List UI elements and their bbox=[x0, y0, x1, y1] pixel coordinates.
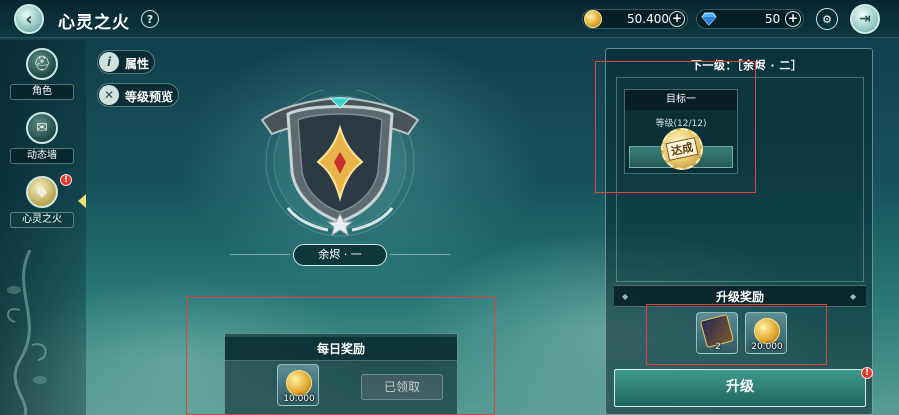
goal-title: 目标一 bbox=[625, 90, 737, 110]
star-decoration-icon: ◆ bbox=[850, 292, 857, 301]
gold-amount: 50.400 bbox=[627, 12, 669, 26]
help-button[interactable]: ? bbox=[141, 10, 159, 28]
daily-reward-panel: 每日奖励 10.000 已领取 bbox=[224, 333, 458, 415]
gold-coin-icon bbox=[754, 318, 780, 344]
vine-decoration bbox=[7, 250, 47, 415]
add-gem-button[interactable]: + bbox=[785, 11, 801, 27]
gem-counter: 50 + bbox=[696, 9, 804, 29]
reward-quantity: 20.000 bbox=[751, 342, 783, 352]
info-icon: i bbox=[99, 52, 119, 72]
gold-coin-icon bbox=[286, 370, 312, 396]
active-tab-indicator bbox=[78, 194, 86, 208]
achieved-label: 达成 bbox=[665, 137, 699, 161]
level-preview-button[interactable]: ✕ 等级预览 bbox=[97, 83, 179, 107]
star-decoration-icon: ◆ bbox=[622, 292, 629, 301]
reward-item-slot[interactable]: 20.000 bbox=[745, 312, 787, 354]
back-arrow-icon[interactable]: ‹ bbox=[14, 4, 44, 34]
claimed-button[interactable]: 已领取 bbox=[361, 374, 443, 400]
divider bbox=[230, 254, 290, 255]
daily-reward-title: 每日奖励 bbox=[225, 337, 457, 361]
top-bar: ‹ 心灵之火 ? 50.400 + 50 + ⚙ ⇥ bbox=[0, 0, 899, 38]
upgrade-button[interactable]: 升级 bbox=[614, 369, 866, 407]
sidebar: ⛑ 角色 ✉ 动态墙 ◆ ! 心灵之火 bbox=[0, 40, 86, 415]
sidebar-item-dynamic-wall[interactable]: ✉ 动态墙 bbox=[10, 112, 74, 172]
gold-counter: 50.400 + bbox=[582, 9, 688, 29]
sidebar-item-character[interactable]: ⛑ 角色 bbox=[10, 48, 74, 108]
reward-quantity: 10.000 bbox=[283, 394, 315, 404]
upgrade-reward-title: 升级奖励 bbox=[614, 285, 866, 307]
achieved-seal-icon: 达成 bbox=[661, 128, 703, 170]
gold-coin-icon bbox=[584, 10, 602, 28]
reward-quantity: 2 bbox=[715, 342, 721, 352]
divider bbox=[390, 254, 450, 255]
tools-icon: ✕ bbox=[99, 85, 119, 105]
goal-card: 目标一 等级(12/12) 达成 bbox=[624, 89, 738, 174]
gem-amount: 50 bbox=[765, 12, 781, 26]
flame-shield-icon: ◆ bbox=[26, 176, 58, 208]
attributes-button[interactable]: i 属性 bbox=[97, 50, 155, 74]
alert-badge: ! bbox=[861, 367, 873, 379]
reward-item-slot[interactable]: 10.000 bbox=[277, 364, 319, 406]
add-gold-button[interactable]: + bbox=[669, 11, 685, 27]
rank-emblem-icon bbox=[260, 90, 420, 237]
sidebar-item-label: 心灵之火 bbox=[10, 212, 74, 228]
diamond-icon bbox=[701, 12, 717, 26]
exit-door-icon[interactable]: ⇥ bbox=[850, 4, 880, 34]
next-level-panel: 下一级：［余烬 · 二］ 目标一 等级(12/12) 达成 升级奖励 ◆ ◆ 2… bbox=[605, 48, 873, 415]
next-level-label: 下一级：［余烬 · 二］ bbox=[691, 59, 803, 72]
sidebar-item-label: 角色 bbox=[10, 84, 74, 100]
page-title: 心灵之火 bbox=[58, 13, 130, 33]
rank-label: 余烬 · 一 bbox=[293, 244, 387, 266]
sidebar-item-label: 动态墙 bbox=[10, 148, 74, 164]
settings-gear-icon[interactable]: ⚙ bbox=[816, 8, 838, 30]
sidebar-item-heart-fire[interactable]: ◆ ! 心灵之火 bbox=[10, 174, 74, 236]
alert-badge: ! bbox=[60, 174, 72, 186]
reward-item-slot[interactable]: 2 bbox=[696, 312, 738, 354]
chat-bubble-icon: ✉ bbox=[26, 112, 58, 144]
helmet-icon: ⛑ bbox=[26, 48, 58, 80]
